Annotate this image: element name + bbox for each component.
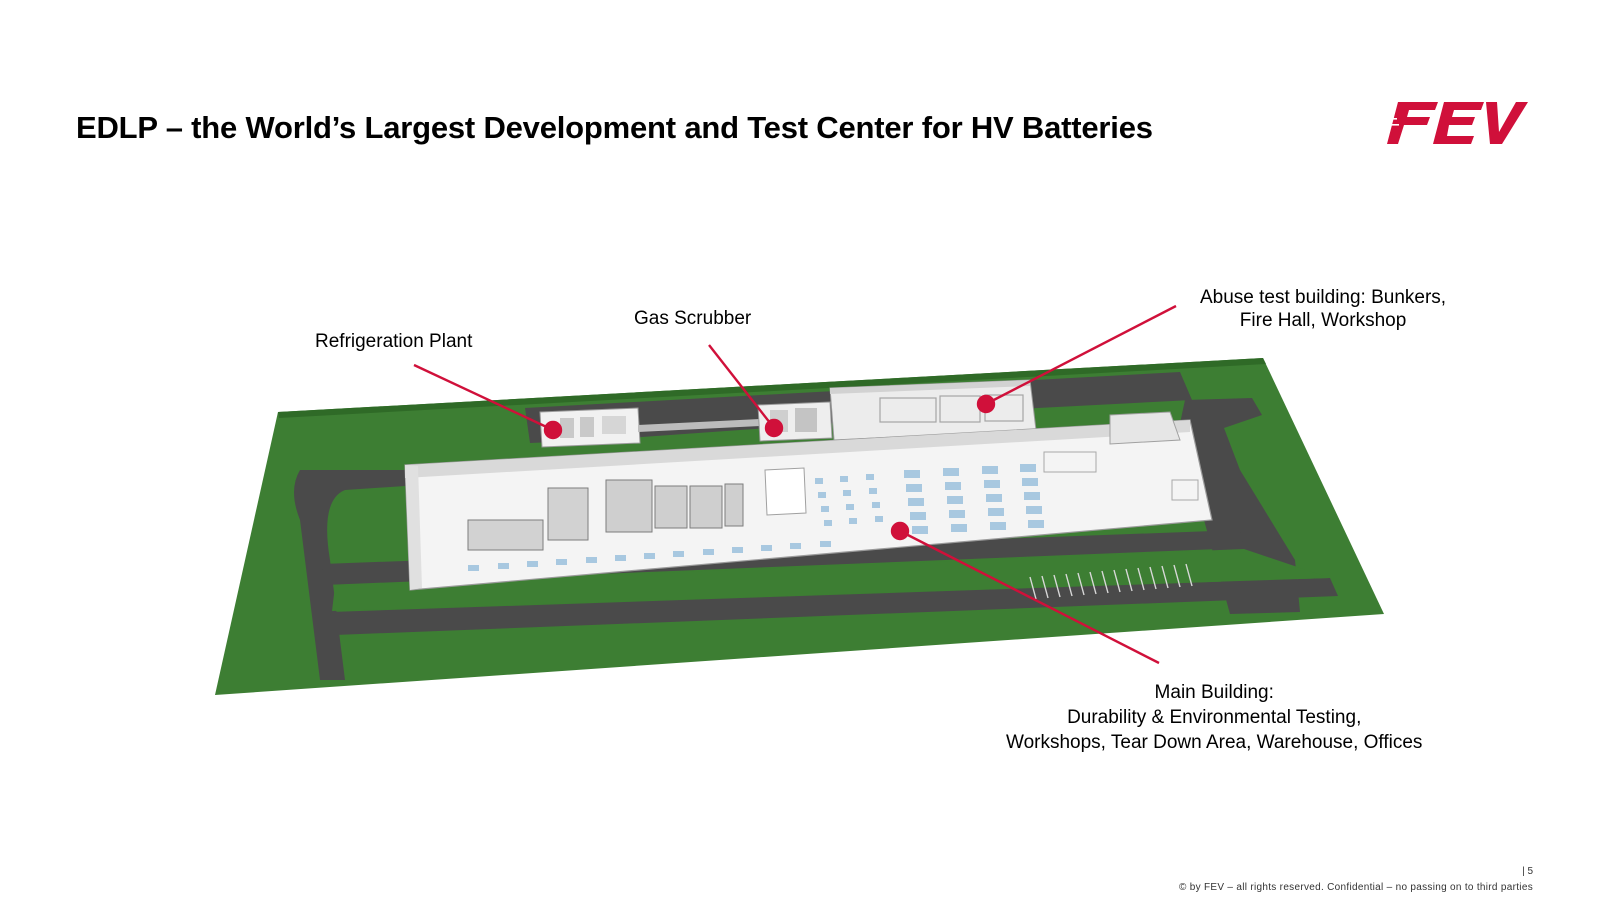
abuse-test-label: Abuse test building: Bunkers, Fire Hall,… — [1200, 286, 1446, 332]
abuse-label-line-2: Fire Hall, Workshop — [1239, 310, 1407, 331]
refrigeration-marker — [543, 420, 563, 440]
gas-scrubber-marker — [764, 418, 784, 438]
gas-scrubber-label: Gas Scrubber — [634, 307, 751, 330]
refrigeration-label-text: Refrigeration Plant — [315, 331, 473, 352]
abuse-label-line-1: Abuse test building: Bunkers, — [1200, 287, 1447, 308]
footer-copyright: © by FEV – all rights reserved. Confiden… — [1179, 882, 1533, 893]
site-plan-diagram — [215, 304, 1384, 695]
gas-scrubber-label-text: Gas Scrubber — [634, 308, 752, 329]
main-label-line-1: Main Building: — [1154, 682, 1274, 703]
refrigeration-plant-label: Refrigeration Plant — [315, 330, 472, 353]
main-label-line-3: Workshops, Tear Down Area, Warehouse, Of… — [1006, 732, 1423, 753]
slide: EDLP – the World’s Largest Development a… — [0, 0, 1600, 900]
main-building-label: Main Building: Durability & Environmenta… — [1006, 680, 1422, 755]
main-label-line-2: Durability & Environmental Testing, — [1067, 707, 1362, 728]
abuse-marker — [976, 394, 996, 414]
page-number: | 5 — [1522, 866, 1533, 877]
main-building-marker — [890, 521, 910, 541]
